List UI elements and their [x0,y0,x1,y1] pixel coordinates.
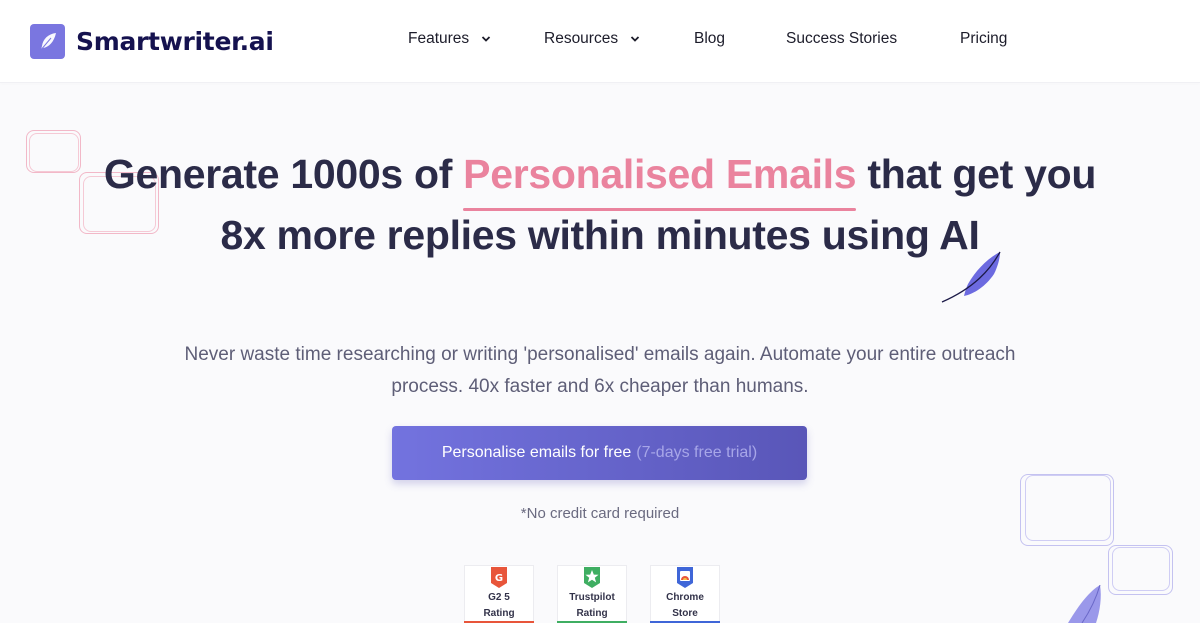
nav-label: Features [408,30,470,47]
badge-line2: Store [672,608,698,619]
no-credit-card-note: *No credit card required [520,505,680,522]
nav-label: Blog [694,30,726,47]
nav-item-resources[interactable]: Resources [544,30,640,48]
badge-line2: Rating [483,608,515,619]
cta-label: Personalise emails for free [441,444,632,461]
badge-line1: Trustpilot [569,592,615,603]
svg-text:G: G [495,573,503,584]
nav-label: Pricing [960,30,1008,47]
headline-pre: Generate 1000s of [103,151,464,197]
nav-item-blog[interactable]: Blog [694,30,725,48]
nav-label: Resources [544,30,619,47]
nav-item-success-stories[interactable]: Success Stories [786,30,897,48]
badge-g2-rating[interactable]: G G2 5 Rating [464,565,534,623]
hero-headline: Generate 1000s of Personalised Emails th… [100,144,1100,266]
personalise-emails-cta-button[interactable]: Personalise emails for free (7-days free… [392,426,807,480]
chevron-down-icon [630,36,640,42]
badge-line1: Chrome [666,592,704,603]
nav-item-pricing[interactable]: Pricing [960,30,1007,48]
badge-line1: G2 5 [488,592,510,603]
hero-subheadline: Never waste time researching or writing … [184,344,1016,397]
cta-trial-note: (7-days free trial) [636,444,758,461]
feather-icon [1068,585,1101,623]
badge-line2: Rating [576,608,608,619]
nav-item-features[interactable]: Features [408,30,491,48]
g2-icon: G [491,567,507,588]
badge-chrome-store[interactable]: Chrome Store [650,565,720,623]
trustpilot-star-icon [584,567,600,588]
headline-highlight: Personalised Emails [463,144,857,211]
nav-label: Success Stories [786,30,898,47]
chrome-store-icon [677,567,693,588]
badge-trustpilot-rating[interactable]: Trustpilot Rating [557,565,627,623]
chevron-down-icon [482,36,491,42]
